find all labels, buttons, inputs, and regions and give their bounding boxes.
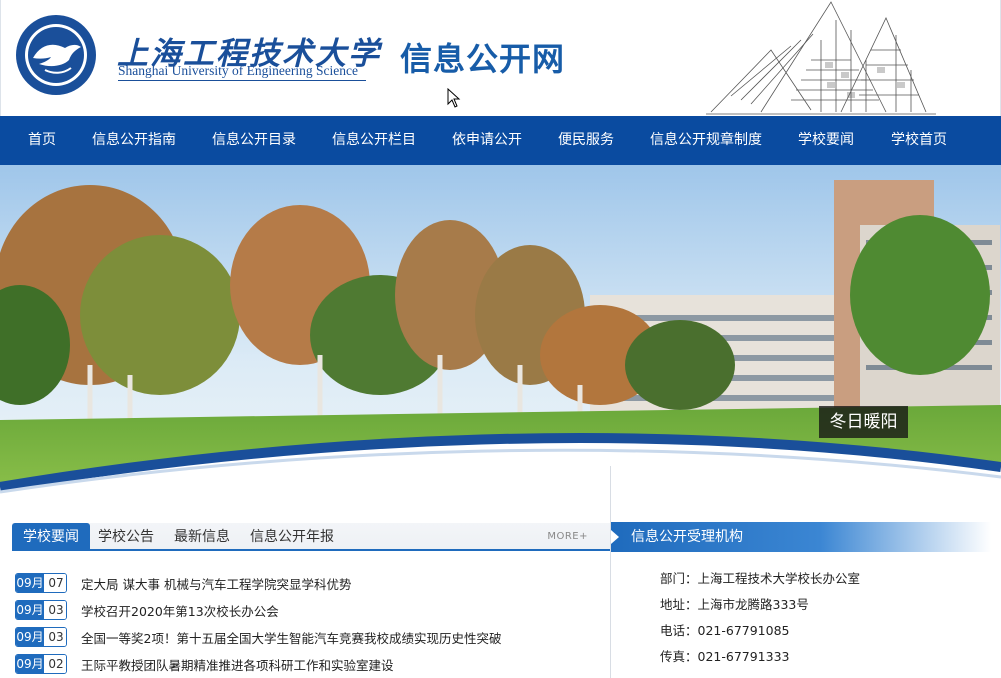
nav-item-guide[interactable]: 信息公开指南 [92,116,176,165]
info-office-header: 信息公开受理机构 [611,522,991,552]
news-list: 09月 07 定大局 谋大事 机械与汽车工程学院突显学科优势 09月 03 学校… [15,571,605,678]
tab-annual-report[interactable]: 信息公开年报 [250,523,334,551]
nav-item-catalog[interactable]: 信息公开目录 [212,116,296,165]
tab-announcements[interactable]: 学校公告 [98,523,154,551]
university-seal-icon[interactable] [15,14,97,96]
list-item[interactable]: 09月 03 全国一等奖2项！第十五届全国大学生智能汽车竞赛我校成绩实现历史性突… [15,625,605,652]
date-badge: 09月 07 [15,573,67,593]
nav-item-request[interactable]: 依申请公开 [452,116,522,165]
nav-item-regulations[interactable]: 信息公开规章制度 [650,116,762,165]
university-name-en: Shanghai University of Engineering Scien… [118,63,358,78]
date-day: 02 [44,655,66,673]
date-month: 09月 [16,601,44,619]
nav-item-home[interactable]: 首页 [28,116,56,165]
date-day: 03 [44,601,66,619]
date-month: 09月 [16,628,44,646]
list-item[interactable]: 09月 02 王际平教授团队暑期精准推进各项科研工作和实验室建设 [15,652,605,678]
contact-details: 部门：上海工程技术大学校长办公室 地址：上海市龙腾路333号 电话：021-67… [660,568,860,672]
list-item[interactable]: 09月 07 定大局 谋大事 机械与汽车工程学院突显学科优势 [15,571,605,598]
info-office-title: 信息公开受理机构 [631,529,743,545]
arrow-right-icon [611,530,619,544]
date-badge: 09月 03 [15,600,67,620]
list-item[interactable]: 09月 03 学校召开2020年第13次校长办公会 [15,598,605,625]
date-month: 09月 [16,574,44,592]
contact-department: 部门：上海工程技术大学校长办公室 [660,571,861,586]
contact-fax: 传真：021-67791333 [660,649,790,664]
main-nav: 首页 信息公开指南 信息公开目录 信息公开栏目 依申请公开 便民服务 信息公开规… [0,116,1001,165]
campus-banner[interactable] [0,165,1001,495]
contact-address: 地址：上海市龙腾路333号 [660,597,809,612]
nav-item-news[interactable]: 学校要闻 [798,116,854,165]
news-title-link[interactable]: 王际平教授团队暑期精准推进各项科研工作和实验室建设 [81,655,394,674]
banner-caption: 冬日暖阳 [819,406,908,438]
name-divider [118,80,366,81]
tab-latest-info[interactable]: 最新信息 [174,523,230,551]
more-link[interactable]: MORE+ [547,531,588,542]
date-badge: 09月 02 [15,654,67,674]
nav-item-services[interactable]: 便民服务 [558,116,614,165]
campus-building-sketch [706,1,936,115]
date-day: 07 [44,574,66,592]
mouse-cursor-icon [447,88,461,108]
news-title-link[interactable]: 全国一等奖2项！第十五届全国大学生智能汽车竞赛我校成绩实现历史性突破 [81,628,501,647]
date-badge: 09月 03 [15,627,67,647]
info-office-panel: 信息公开受理机构 部门：上海工程技术大学校长办公室 地址：上海市龙腾路333号 … [611,466,1001,678]
site-header: 上海工程技术大学 Shanghai University of Engineer… [0,0,1001,116]
site-title: 信息公开网 [400,40,566,78]
nav-item-columns[interactable]: 信息公开栏目 [332,116,416,165]
date-day: 03 [44,628,66,646]
date-month: 09月 [16,655,44,673]
news-tabs: 学校要闻 学校公告 最新信息 信息公开年报 MORE+ [12,523,610,551]
contact-phone: 电话：021-67791085 [660,623,790,638]
nav-item-school-home[interactable]: 学校首页 [891,116,947,165]
page: 上海工程技术大学 Shanghai University of Engineer… [0,0,1001,678]
news-title-link[interactable]: 学校召开2020年第13次校长办公会 [81,601,279,620]
news-panel: 学校要闻 学校公告 最新信息 信息公开年报 MORE+ 09月 07 定大局 谋… [0,466,611,678]
news-title-link[interactable]: 定大局 谋大事 机械与汽车工程学院突显学科优势 [81,574,351,593]
tab-school-news[interactable]: 学校要闻 [12,523,90,551]
